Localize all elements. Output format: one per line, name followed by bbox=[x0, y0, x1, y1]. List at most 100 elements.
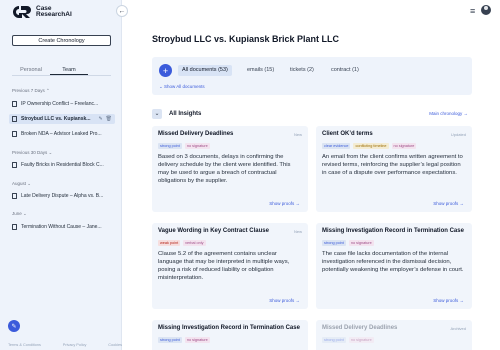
app-logo[interactable]: Case ResearchAI bbox=[12, 5, 72, 19]
tag-badge: verbal only bbox=[183, 240, 206, 246]
sidebar-item-label: Broken NDA – Advisor Leaked Pro... bbox=[21, 131, 102, 137]
document-icon bbox=[12, 224, 17, 230]
add-document-icon[interactable]: + bbox=[159, 64, 172, 77]
chat-icon[interactable]: ✎ bbox=[8, 320, 20, 332]
privacy-link[interactable]: Privacy Policy bbox=[63, 343, 87, 347]
logo-text: Case ResearchAI bbox=[36, 5, 72, 19]
group-label: June bbox=[12, 211, 22, 216]
chip-emails[interactable]: emails (15) bbox=[243, 65, 278, 76]
insight-card[interactable]: Missing Investigation Record in Terminat… bbox=[152, 320, 308, 350]
card-status: Archived bbox=[450, 326, 466, 331]
tab-team[interactable]: Team bbox=[50, 66, 88, 75]
show-proofs-label: Show proofs bbox=[433, 298, 459, 303]
main-chronology-link[interactable]: Main chronology → bbox=[429, 111, 468, 116]
card-body: The case file lacks documentation of the… bbox=[322, 251, 464, 274]
logo-icon bbox=[13, 6, 31, 18]
card-title: Missed Delivery Deadlines bbox=[322, 325, 398, 331]
show-proofs-label: Show proofs bbox=[269, 298, 295, 303]
tag-badge: no signature bbox=[391, 143, 417, 149]
sidebar-item[interactable]: IP Ownership Conflict – Freelanc... bbox=[9, 99, 115, 109]
sidebar-item-label: Stroybud LLC vs. Kupiansk... bbox=[21, 116, 91, 122]
group-label: August bbox=[12, 181, 27, 186]
insight-card[interactable]: Missed Delivery Deadlines Archived stron… bbox=[316, 320, 472, 350]
tag-badge: clear evidence bbox=[322, 143, 351, 149]
chip-tickets[interactable]: tickets (2) bbox=[286, 65, 318, 76]
insights-header: ⌄ All Insights Main chronology → bbox=[152, 109, 472, 121]
card-title: Missed Delivery Deadlines bbox=[158, 131, 234, 137]
chevron-down-icon: ⌄ bbox=[23, 211, 27, 216]
insight-card[interactable]: Client OK’d terms Updated clear evidence… bbox=[316, 126, 472, 212]
card-body: Based on 3 documents, delays in confirmi… bbox=[158, 154, 291, 185]
sidebar-footer: Terms & Conditions Privacy Policy Cookie… bbox=[8, 343, 122, 347]
group-august[interactable]: August ⌄ bbox=[12, 181, 31, 187]
document-filter-panel: + All documents (53) emails (15) tickets… bbox=[152, 57, 472, 95]
sidebar-item[interactable]: Faulty Bricks in Residential Block C... bbox=[9, 160, 115, 170]
document-icon bbox=[12, 101, 17, 107]
show-proofs-link[interactable]: Show proofs → bbox=[433, 201, 464, 206]
insight-card[interactable]: Missed Delivery Deadlines New strong poi… bbox=[152, 126, 308, 212]
create-chronology-button[interactable]: Create Chronology bbox=[12, 35, 111, 46]
tag-badge: conflicting timeline bbox=[353, 143, 389, 149]
tag-badge: strong point bbox=[322, 240, 346, 246]
sidebar-item-label: Late Delivery Dispute – Alpha vs. B... bbox=[21, 193, 104, 199]
group-previous-7-days[interactable]: Previous 7 Days ⌃ bbox=[12, 88, 50, 94]
tag-badge: no signature bbox=[184, 143, 210, 149]
chip-contract[interactable]: contract (1) bbox=[327, 65, 363, 76]
sidebar-item[interactable]: Termination Without Cause – Jane... bbox=[9, 222, 115, 232]
chevron-down-icon: ⌄ bbox=[48, 150, 53, 155]
card-title: Missing Investigation Record in Terminat… bbox=[158, 325, 300, 331]
show-proofs-label: Show proofs bbox=[269, 201, 295, 206]
tag-badge: no signature bbox=[184, 337, 210, 343]
show-proofs-label: Show proofs bbox=[433, 201, 459, 206]
sidebar-item-active[interactable]: Stroybud LLC vs. Kupiansk... ✎ 🗑 bbox=[9, 114, 115, 124]
sidebar-item-label: IP Ownership Conflict – Freelanc... bbox=[21, 101, 99, 107]
edit-icon[interactable]: ✎ bbox=[98, 116, 102, 122]
group-previous-30-days[interactable]: Previous 30 Days ⌄ bbox=[12, 150, 52, 156]
terms-link[interactable]: Terms & Conditions bbox=[8, 343, 41, 347]
show-proofs-link[interactable]: Show proofs → bbox=[269, 201, 300, 206]
tag-badge: no signature bbox=[348, 337, 374, 343]
arrow-right-icon: → bbox=[459, 298, 465, 303]
chevron-down-icon[interactable]: ⌄ bbox=[152, 109, 162, 119]
cookies-link[interactable]: Cookies bbox=[108, 343, 122, 347]
sidebar-item[interactable]: Broken NDA – Advisor Leaked Pro... bbox=[9, 129, 115, 139]
sidebar-item-label: Termination Without Cause – Jane... bbox=[21, 224, 102, 230]
group-june[interactable]: June ⌄ bbox=[12, 211, 27, 217]
card-title: Vague Wording in Key Contract Clause bbox=[158, 228, 269, 234]
show-proofs-link[interactable]: Show proofs → bbox=[269, 298, 300, 303]
trash-icon[interactable]: 🗑 bbox=[106, 116, 112, 122]
show-all-documents-link[interactable]: ⌄ Show All documents bbox=[159, 84, 205, 90]
show-docs-label: Show All documents bbox=[164, 84, 205, 89]
sidebar-tabs: Personal Team bbox=[12, 66, 111, 76]
main-chronology-label: Main chronology bbox=[429, 111, 463, 116]
arrow-right-icon: → bbox=[463, 111, 469, 116]
tag-badge: strong point bbox=[158, 337, 182, 343]
avatar[interactable] bbox=[481, 5, 491, 15]
chevron-up-icon: ⌃ bbox=[46, 88, 50, 93]
insight-card[interactable]: Vague Wording in Key Contract Clause New… bbox=[152, 223, 308, 309]
document-icon bbox=[12, 116, 17, 122]
collapse-sidebar-icon[interactable]: ← bbox=[116, 5, 128, 17]
page-title: Stroybud LLC vs. Kupiansk Brick Plant LL… bbox=[152, 34, 340, 44]
card-body: Clause 5.2 of the agreement contains unc… bbox=[158, 251, 290, 282]
menu-icon[interactable]: ≡ bbox=[470, 6, 475, 16]
chevron-down-icon: ⌄ bbox=[27, 181, 32, 186]
tab-personal[interactable]: Personal bbox=[12, 66, 50, 75]
chip-all-documents[interactable]: All documents (53) bbox=[178, 65, 232, 76]
group-label: Previous 7 Days bbox=[12, 88, 45, 93]
chevron-down-icon: ⌄ bbox=[159, 84, 163, 89]
arrow-right-icon: → bbox=[295, 298, 301, 303]
logo-line2: ResearchAI bbox=[36, 11, 72, 18]
sidebar: Case ResearchAI Create Chronology Person… bbox=[0, 0, 122, 350]
insight-card[interactable]: Missing Investigation Record in Terminat… bbox=[316, 223, 472, 309]
document-icon bbox=[12, 131, 17, 137]
tag-badge: no signature bbox=[348, 240, 374, 246]
show-proofs-link[interactable]: Show proofs → bbox=[433, 298, 464, 303]
insights-title: All Insights bbox=[169, 111, 202, 117]
tag-badge: strong point bbox=[322, 337, 346, 343]
document-icon bbox=[12, 193, 17, 199]
tag-badge: strong point bbox=[158, 143, 182, 149]
card-status: Updated bbox=[450, 132, 466, 137]
tag-badge: weak point bbox=[158, 240, 181, 246]
sidebar-item[interactable]: Late Delivery Dispute – Alpha vs. B... bbox=[9, 191, 115, 201]
